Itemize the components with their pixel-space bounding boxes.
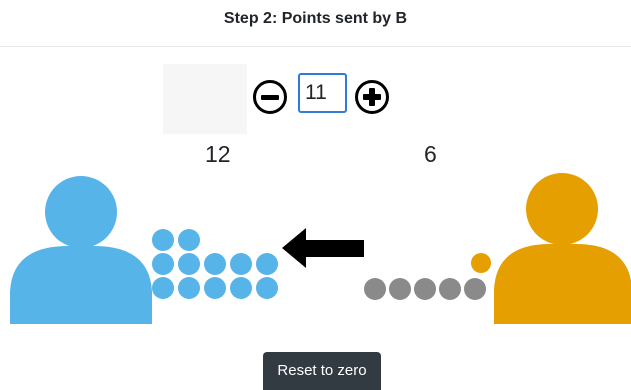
player-a-token bbox=[152, 229, 174, 251]
player-a-body bbox=[10, 246, 152, 324]
player-b-token bbox=[364, 278, 386, 300]
arrow-head bbox=[282, 228, 306, 268]
player-a-token bbox=[204, 277, 226, 299]
player-b-token bbox=[464, 278, 486, 300]
token-in-transit bbox=[471, 253, 491, 273]
players-scene bbox=[10, 173, 631, 324]
player-a-token bbox=[230, 277, 252, 299]
player-a-token bbox=[178, 229, 200, 251]
player-a-token bbox=[178, 253, 200, 275]
player-b-token bbox=[389, 278, 411, 300]
player-a-token bbox=[256, 253, 278, 275]
left-arrow-icon bbox=[282, 228, 364, 268]
player-a-token bbox=[230, 253, 252, 275]
arrow-shaft bbox=[306, 240, 364, 257]
player-a-avatar-icon bbox=[10, 176, 152, 324]
player-a-token bbox=[152, 253, 174, 275]
player-a-token bbox=[152, 277, 174, 299]
player-b-avatar-icon bbox=[494, 173, 631, 324]
reset-button[interactable]: Reset to zero bbox=[263, 352, 381, 390]
player-a-token bbox=[178, 277, 200, 299]
player-a-token bbox=[256, 277, 278, 299]
player-b-tokens bbox=[364, 278, 486, 300]
player-b-head bbox=[526, 173, 598, 245]
player-b-token bbox=[414, 278, 436, 300]
player-a-tokens bbox=[152, 229, 278, 299]
player-a-token bbox=[204, 253, 226, 275]
player-b-token bbox=[439, 278, 461, 300]
player-b-body bbox=[494, 244, 631, 324]
player-a-head bbox=[45, 176, 117, 248]
